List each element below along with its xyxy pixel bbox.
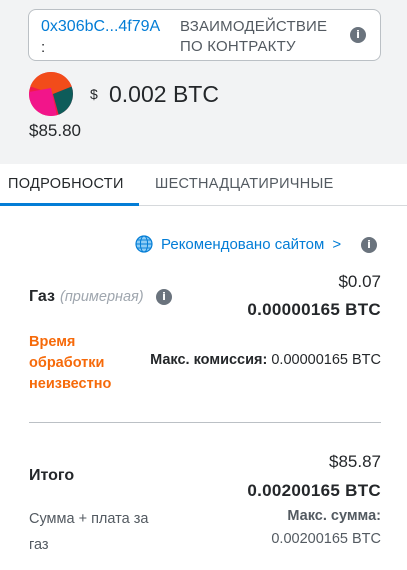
- gas-fiat-value: $0.07: [338, 272, 381, 291]
- active-tab-indicator: [0, 203, 139, 206]
- tab-bar: ПОДРОБНОСТИ ШЕСТНАДЦАТИРИЧНЫЕ: [0, 164, 407, 206]
- info-icon[interactable]: i: [156, 289, 172, 305]
- total-amount: 0.00200165 BTC: [247, 481, 381, 500]
- divider: [29, 422, 381, 423]
- contract-address-suffix: :: [41, 39, 46, 56]
- account-avatar: [29, 72, 73, 116]
- gas-amount: 0.00000165 BTC: [247, 300, 381, 319]
- total-fiat-value: $85.87: [329, 452, 381, 471]
- gas-estimate-label: (примерная): [60, 289, 144, 305]
- site-recommended-button[interactable]: Рекомендовано сайтом >: [135, 234, 341, 254]
- max-fee-value: 0.00000165 BTC: [271, 352, 381, 368]
- tab-details[interactable]: ПОДРОБНОСТИ: [8, 176, 124, 192]
- info-icon[interactable]: i: [361, 237, 377, 253]
- processing-time-warning: Время обработки неизвестно: [29, 334, 112, 392]
- currency-symbol: $: [90, 86, 98, 102]
- globe-icon: [135, 235, 153, 253]
- transaction-amount: 0.002 BTC: [109, 81, 219, 107]
- max-sum-label: Макс. сумма:: [287, 508, 381, 524]
- contract-address-link[interactable]: 0x306bC...4f79A: [41, 18, 160, 36]
- info-icon[interactable]: i: [350, 27, 366, 43]
- max-fee: Макс. комиссия: 0.00000165 BTC: [150, 352, 381, 368]
- max-sum-value: 0.00200165 BTC: [271, 531, 381, 547]
- contract-interaction-box: 0x306bC...4f79A : ВЗАИМОДЕЙСТВИЕ ПО КОНТ…: [28, 9, 381, 61]
- chevron-right-icon: >: [332, 235, 342, 253]
- total-label: Итого: [29, 467, 75, 484]
- contract-interaction-label: ВЗАИМОДЕЙСТВИЕ ПО КОНТРАКТУ: [180, 18, 328, 55]
- site-recommended-label: Рекомендовано сайтом: [161, 235, 325, 253]
- total-sublabel: Сумма + плата за газ: [29, 511, 149, 553]
- transaction-header: 0x306bC...4f79A : ВЗАИМОДЕЙСТВИЕ ПО КОНТ…: [0, 0, 407, 164]
- max-fee-label: Макс. комиссия:: [150, 352, 268, 368]
- tab-hex[interactable]: ШЕСТНАДЦАТИРИЧНЫЕ: [155, 176, 334, 192]
- gas-label: Газ: [29, 288, 55, 305]
- transaction-fiat-value: $85.80: [29, 121, 81, 140]
